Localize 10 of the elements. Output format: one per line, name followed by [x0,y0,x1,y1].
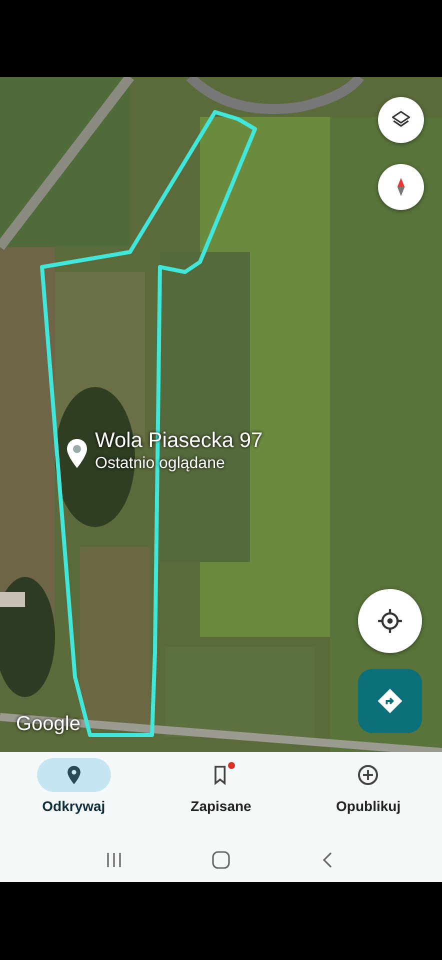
place-subtitle: Ostatnio oglądane [95,455,226,473]
nav-tab[interactable]: Odkrywaj [0,752,148,838]
nav-tab[interactable]: Zapisane [147,752,295,838]
map-logo: Google [16,713,80,736]
directions-button[interactable] [358,669,422,733]
home-icon[interactable] [210,850,231,870]
add-circle-icon [356,763,380,787]
nav-tab[interactable]: Opublikuj [294,752,442,838]
crosshair-icon [377,608,403,634]
location-pin-icon [64,438,90,470]
